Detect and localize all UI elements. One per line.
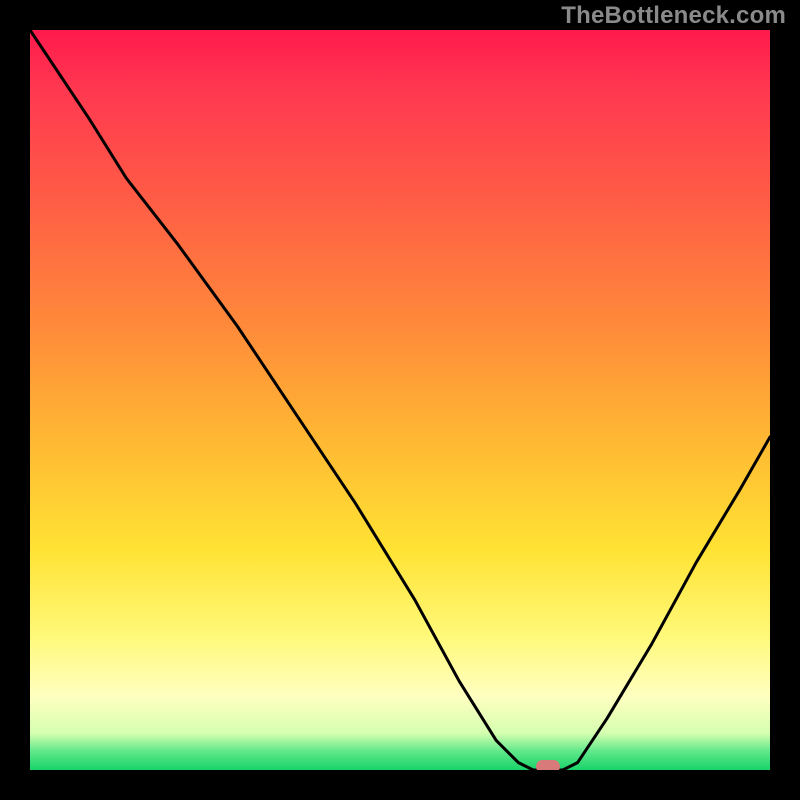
plot-area — [30, 30, 770, 770]
optimal-marker — [536, 760, 560, 770]
frame: TheBottleneck.com — [0, 0, 800, 800]
bottleneck-curve-path — [30, 30, 770, 770]
bottleneck-curve-svg — [30, 30, 770, 770]
watermark-text: TheBottleneck.com — [561, 2, 786, 30]
